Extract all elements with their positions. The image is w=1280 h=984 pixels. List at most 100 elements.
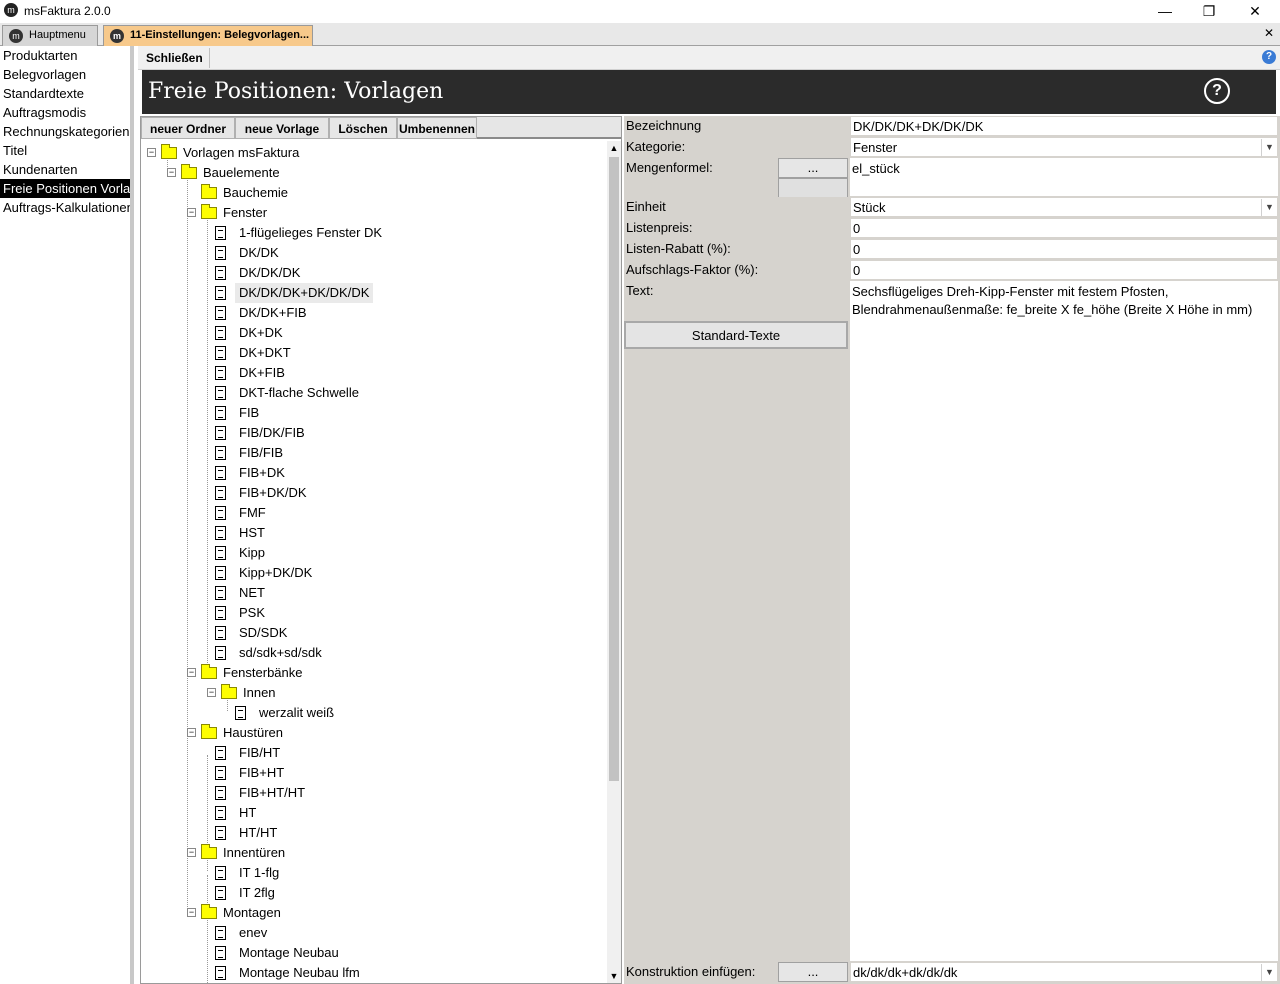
standard-texte-button[interactable]: Standard-Texte: [624, 321, 848, 349]
tree-template-item[interactable]: IT 2flg: [207, 883, 601, 903]
tree-template-item[interactable]: FIB+HT: [207, 763, 601, 783]
tree-template-item[interactable]: DK/DK: [207, 243, 601, 263]
chevron-down-icon[interactable]: ▼: [1261, 964, 1277, 981]
tree-template-item[interactable]: FIB/FIB: [207, 443, 601, 463]
close-window-button[interactable]: ✕: [1232, 0, 1278, 22]
tree-template-item[interactable]: DK/DK/DK: [207, 263, 601, 283]
einheit-select[interactable]: Stück ▼: [850, 197, 1278, 217]
text-field[interactable]: Sechsflügeliges Dreh-Kipp-Fenster mit fe…: [850, 281, 1278, 961]
tree-template-item[interactable]: DK/DK+FIB: [207, 303, 601, 323]
tree-folder-fensterbaenke[interactable]: − Fensterbänke: [187, 663, 601, 683]
tree-template-item[interactable]: Kipp: [207, 543, 601, 563]
kategorie-value: Fenster: [853, 140, 898, 155]
folder-icon: [201, 724, 217, 739]
help-icon[interactable]: ?: [1262, 50, 1276, 64]
document-icon: [215, 506, 226, 520]
tree-folder-fenster[interactable]: − Fenster: [187, 203, 601, 223]
tree-template-item[interactable]: Montage Neubau: [207, 943, 601, 963]
tree-template-item[interactable]: FIB/DK/FIB: [207, 423, 601, 443]
maximize-button[interactable]: ❐: [1186, 0, 1232, 22]
nav-item-auftrags-kalkulationen[interactable]: Auftrags-Kalkulationen: [0, 198, 130, 217]
tree-folder-vorlagen[interactable]: − Vorlagen msFaktura: [147, 143, 601, 163]
nav-item-rechnungskategorien[interactable]: Rechnungskategorien: [0, 122, 130, 141]
scroll-up-icon[interactable]: ▲: [607, 141, 621, 155]
collapse-icon[interactable]: −: [187, 208, 196, 217]
tree-folder-montagen[interactable]: − Montagen: [187, 903, 601, 923]
tab-einstellungen[interactable]: m 11-Einstellungen: Belegvorlagen...: [103, 25, 313, 46]
tree-template-item[interactable]: HT: [207, 803, 601, 823]
kategorie-select[interactable]: Fenster ▼: [850, 137, 1278, 157]
new-template-button[interactable]: neue Vorlage: [235, 117, 329, 139]
tree-folder-innentueren[interactable]: − Innentüren: [187, 843, 601, 863]
nav-item-produktarten[interactable]: Produktarten: [0, 46, 130, 65]
nav-item-standardtexte[interactable]: Standardtexte: [0, 84, 130, 103]
aufschlag-field[interactable]: 0: [850, 260, 1278, 280]
bezeichnung-field[interactable]: DK/DK/DK+DK/DK/DK: [850, 116, 1278, 136]
nav-item-kundenarten[interactable]: Kundenarten: [0, 160, 130, 179]
tree-template-item[interactable]: 1-flügelieges Fenster DK: [207, 223, 601, 243]
tree-template-item[interactable]: werzalit weiß: [227, 703, 601, 723]
minimize-button[interactable]: —: [1142, 0, 1188, 22]
tree-template-item[interactable]: FIB: [207, 403, 601, 423]
new-folder-button[interactable]: neuer Ordner: [141, 117, 235, 139]
tree-template-item[interactable]: DK+FIB: [207, 363, 601, 383]
document-icon: [215, 526, 226, 540]
tree-template-item[interactable]: HST: [207, 523, 601, 543]
tree-template-item[interactable]: FIB/HT: [207, 743, 601, 763]
mengenformel-button[interactable]: ...: [778, 158, 848, 178]
konstruktion-select[interactable]: dk/dk/dk+dk/dk/dk ▼: [850, 962, 1278, 982]
tree-template-item[interactable]: IT 1-flg: [207, 863, 601, 883]
scroll-thumb[interactable]: [609, 157, 619, 781]
template-tree: − Vorlagen msFaktura − Bauelemente Bauchemie…: [141, 141, 607, 983]
tree-template-item[interactable]: DK+DK: [207, 323, 601, 343]
help-circle-icon[interactable]: ?: [1204, 78, 1230, 104]
tree-template-item[interactable]: DKT-flache Schwelle: [207, 383, 601, 403]
tree-scrollbar[interactable]: ▲ ▼: [607, 141, 621, 983]
tree-template-item[interactable]: Kipp+DK/DK: [207, 563, 601, 583]
tree-template-item[interactable]: HT/HT: [207, 823, 601, 843]
tree-template-item[interactable]: FIB+DK/DK: [207, 483, 601, 503]
nav-item-freie-positionen[interactable]: Freie Positionen Vorlagen: [0, 179, 130, 198]
mengenformel-field[interactable]: el_stück: [850, 158, 1278, 196]
nav-item-belegvorlagen[interactable]: Belegvorlagen: [0, 65, 130, 84]
tree-folder-haustueren[interactable]: − Haustüren: [187, 723, 601, 743]
tree-template-item[interactable]: FIB+DK: [207, 463, 601, 483]
collapse-icon[interactable]: −: [167, 168, 176, 177]
nav-item-auftragsmodis[interactable]: Auftragsmodis: [0, 103, 130, 122]
tree-folder-innen[interactable]: − Innen: [207, 683, 601, 703]
tree-template-item[interactable]: enev: [207, 923, 601, 943]
tab-hauptmenu[interactable]: m Hauptmenu: [2, 25, 98, 46]
tree-folder-bauchemie[interactable]: Bauchemie: [187, 183, 601, 203]
chevron-down-icon[interactable]: ▼: [1261, 199, 1277, 216]
tree-template-item[interactable]: SD/SDK: [207, 623, 601, 643]
page-header: Freie Positionen: Vorlagen ?: [142, 70, 1276, 114]
close-tab-icon[interactable]: ✕: [1264, 26, 1274, 40]
collapse-icon[interactable]: −: [187, 848, 196, 857]
konstruktion-button[interactable]: ...: [778, 962, 848, 982]
document-icon: [215, 486, 226, 500]
nav-item-titel[interactable]: Titel: [0, 141, 130, 160]
tree-template-item[interactable]: DK/DK/DK+DK/DK/DK: [207, 283, 601, 303]
tree-template-item[interactable]: FIB+HT/HT: [207, 783, 601, 803]
chevron-down-icon[interactable]: ▼: [1261, 139, 1277, 156]
collapse-icon[interactable]: −: [187, 908, 196, 917]
rename-button[interactable]: Umbenennen: [397, 117, 477, 139]
schliessen-button[interactable]: Schließen: [140, 48, 210, 68]
document-icon: [215, 766, 226, 780]
rabatt-field[interactable]: 0: [850, 239, 1278, 259]
tree-template-item[interactable]: sd/sdk+sd/sdk: [207, 643, 601, 663]
tree-template-item[interactable]: DK+DKT: [207, 343, 601, 363]
tree-template-item[interactable]: PSK: [207, 603, 601, 623]
delete-button[interactable]: Löschen: [329, 117, 397, 139]
listenpreis-field[interactable]: 0: [850, 218, 1278, 238]
tree-folder-bauelemente[interactable]: − Bauelemente: [167, 163, 601, 183]
tree-template-item[interactable]: NET: [207, 583, 601, 603]
tree-item-label: Kipp: [239, 545, 266, 560]
collapse-icon[interactable]: −: [147, 148, 156, 157]
tree-template-item[interactable]: Montage Neubau lfm: [207, 963, 601, 983]
collapse-icon[interactable]: −: [187, 728, 196, 737]
collapse-icon[interactable]: −: [187, 668, 196, 677]
collapse-icon[interactable]: −: [207, 688, 216, 697]
scroll-down-icon[interactable]: ▼: [607, 969, 621, 983]
tree-template-item[interactable]: FMF: [207, 503, 601, 523]
